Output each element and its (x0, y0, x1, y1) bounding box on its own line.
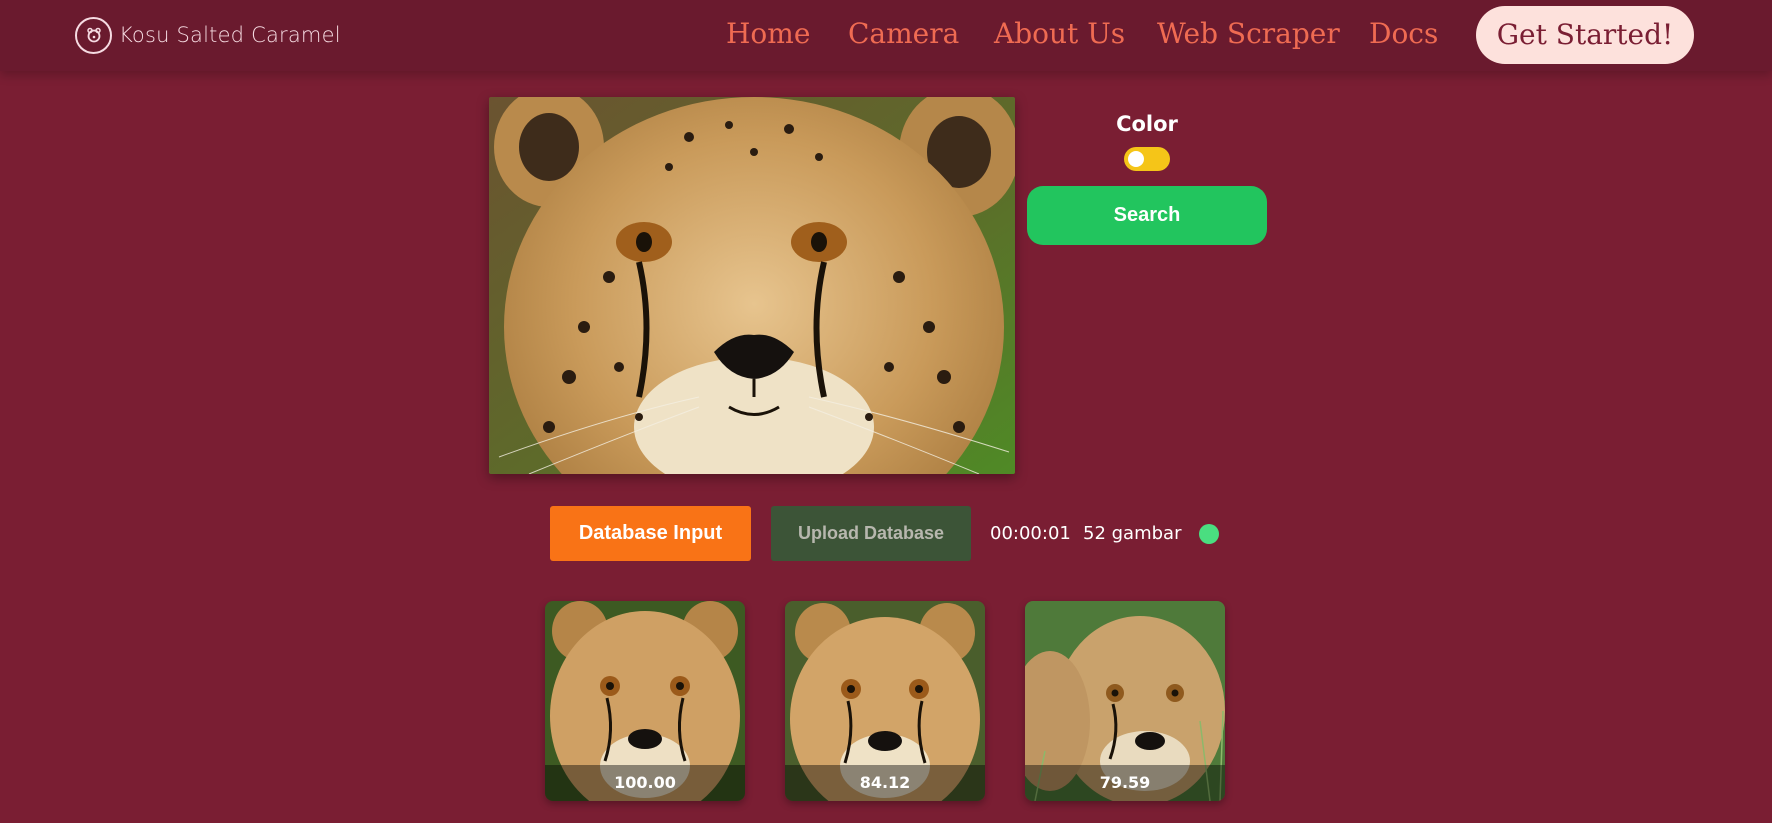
elapsed-time: 00:00:01 (990, 523, 1071, 544)
top-navbar: Kosu Salted Caramel Home Camera About Us… (0, 0, 1772, 71)
nav-link-home[interactable]: Home (726, 12, 810, 56)
upload-database-button[interactable]: Upload Database (771, 506, 971, 561)
search-button[interactable]: Search (1027, 186, 1267, 245)
database-input-button[interactable]: Database Input (550, 506, 751, 561)
brand[interactable]: Kosu Salted Caramel (75, 16, 341, 54)
color-toggle[interactable] (1124, 147, 1170, 171)
bear-logo-icon (75, 16, 112, 54)
result-card[interactable]: 84.12 (785, 601, 985, 801)
nav-link-docs[interactable]: Docs (1369, 12, 1438, 56)
color-toggle-label: Color (1116, 112, 1178, 136)
result-score: 84.12 (785, 765, 985, 801)
result-score: 79.59 (1025, 765, 1225, 801)
status-indicator (1199, 524, 1219, 544)
result-card[interactable]: 79.59 (1025, 601, 1225, 801)
nav-link-about-us[interactable]: About Us (994, 12, 1125, 56)
result-score: 100.00 (545, 765, 745, 801)
get-started-button[interactable]: Get Started! (1476, 6, 1694, 64)
image-count: 52 gambar (1083, 523, 1182, 544)
result-card[interactable]: 100.00 (545, 601, 745, 801)
nav-link-web-scraper[interactable]: Web Scraper (1157, 12, 1340, 56)
brand-name: Kosu Salted Caramel (119, 23, 341, 47)
query-image (489, 97, 1015, 474)
toggle-knob (1128, 151, 1144, 167)
nav-link-camera[interactable]: Camera (848, 12, 959, 56)
